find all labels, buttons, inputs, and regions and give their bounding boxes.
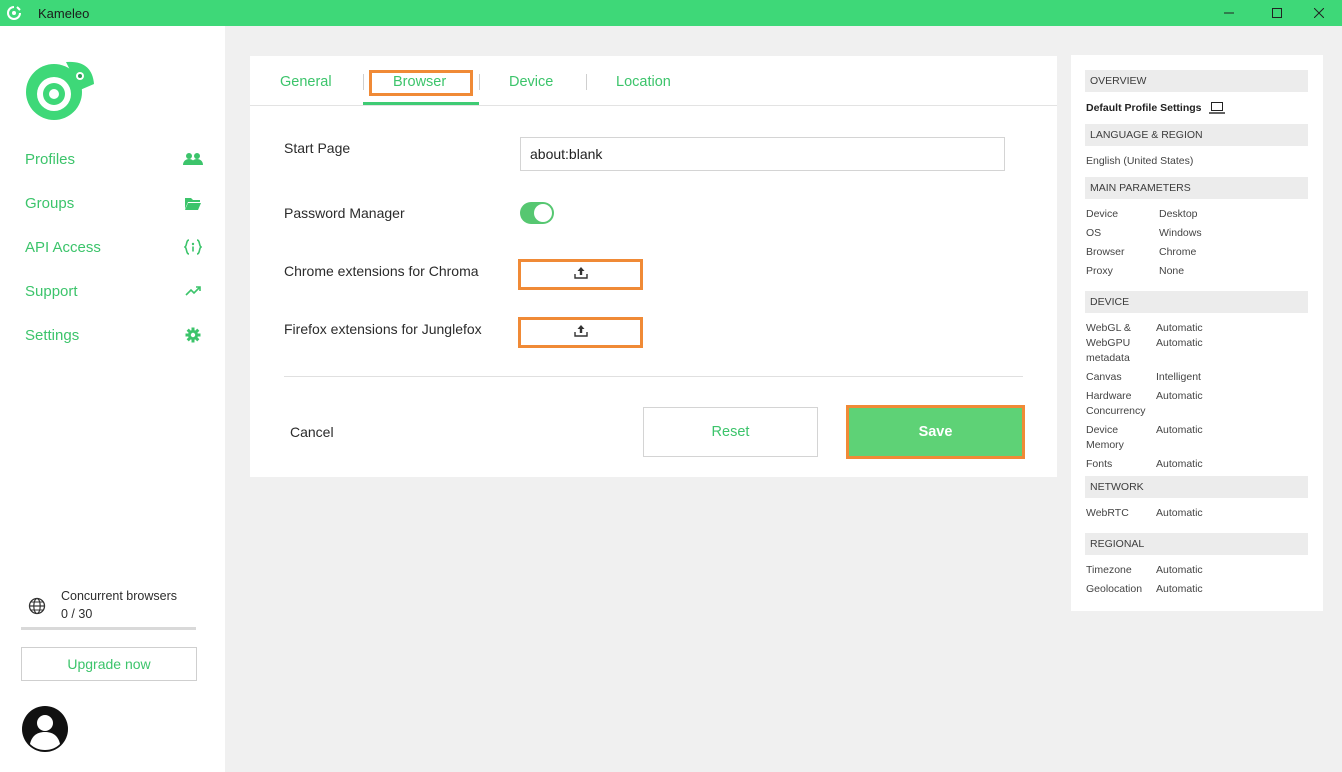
overview-header: OVERVIEW (1085, 70, 1308, 92)
param-key: metadata (1086, 352, 1130, 364)
param-key: Fonts (1086, 458, 1113, 470)
kameleo-logo-icon (6, 5, 22, 21)
tab-separator (479, 74, 480, 90)
param-value: Automatic (1156, 424, 1203, 436)
folder-open-icon (183, 194, 203, 212)
kameleo-logo (22, 56, 98, 122)
param-key: Timezone (1086, 564, 1132, 576)
main-parameters-header: MAIN PARAMETERS (1085, 177, 1308, 199)
globe-icon (28, 597, 46, 615)
sidebar-item-api-access[interactable]: API Access (25, 235, 203, 259)
param-key: WebRTC (1086, 507, 1129, 519)
sidebar-item-label: Profiles (25, 150, 76, 168)
tab-bar: General Browser Device Location (250, 56, 1057, 106)
password-manager-label: Password Manager (284, 205, 405, 221)
param-value: Automatic (1156, 322, 1203, 334)
param-value: None (1159, 265, 1185, 277)
reset-button[interactable]: Reset (643, 407, 818, 457)
param-value: Chrome (1159, 246, 1197, 258)
device-header: DEVICE (1085, 291, 1308, 313)
param-key: Device (1086, 208, 1119, 220)
param-key: Proxy (1086, 265, 1113, 277)
overview-panel: OVERVIEW Default Profile Settings LANGUA… (1071, 55, 1323, 611)
language-value: English (United States) (1086, 155, 1194, 167)
concurrent-browsers-progress (21, 627, 196, 630)
param-value: Automatic (1156, 458, 1203, 470)
sidebar-item-label: Settings (25, 326, 80, 344)
chrome-extensions-label: Chrome extensions for Chroma (284, 263, 479, 279)
profile-title: Default Profile Settings (1086, 102, 1202, 114)
sidebar-item-label: Support (25, 282, 78, 300)
param-value: Automatic (1156, 337, 1203, 349)
regional-header: REGIONAL (1085, 533, 1308, 555)
param-key: Geolocation (1086, 583, 1143, 595)
minimize-button[interactable] (1206, 0, 1252, 26)
tab-separator (586, 74, 587, 90)
users-icon (183, 150, 203, 168)
sidebar: Profiles Groups API Access Support Setti… (0, 26, 225, 772)
sidebar-item-profiles[interactable]: Profiles (25, 147, 203, 171)
param-key: Device (1086, 424, 1119, 436)
param-value: Desktop (1159, 208, 1198, 220)
param-key: Browser (1086, 246, 1125, 258)
sidebar-item-groups[interactable]: Groups (25, 191, 203, 215)
param-key: OS (1086, 227, 1102, 239)
sidebar-item-label: API Access (25, 238, 101, 256)
browser-tab-highlight (369, 70, 473, 96)
param-value: Intelligent (1156, 371, 1201, 383)
window-title: Kameleo (38, 5, 90, 21)
form-divider (284, 376, 1023, 377)
save-button[interactable]: Save (846, 405, 1025, 459)
concurrent-browsers-count: 0 / 30 (61, 607, 93, 621)
param-key: Memory (1086, 439, 1124, 451)
param-key: WebGL & (1086, 322, 1131, 334)
chrome-extensions-upload-button[interactable] (518, 259, 643, 290)
upgrade-now-button[interactable]: Upgrade now (21, 647, 197, 681)
start-page-label: Start Page (284, 140, 351, 156)
param-key: Concurrency (1086, 405, 1146, 417)
param-key: Canvas (1086, 371, 1122, 383)
avatar[interactable] (22, 706, 68, 752)
tab-device[interactable]: Device (509, 74, 553, 90)
tab-location[interactable]: Location (616, 74, 671, 90)
upload-icon (573, 324, 588, 342)
tab-general[interactable]: General (280, 74, 332, 90)
close-button[interactable] (1296, 0, 1342, 26)
profile-settings-card: General Browser Device Location Start Pa… (250, 56, 1057, 477)
param-value: Windows (1159, 227, 1202, 239)
active-tab-indicator (363, 102, 479, 105)
param-value: Automatic (1156, 583, 1203, 595)
password-manager-toggle[interactable] (520, 202, 554, 224)
param-key: WebGPU (1086, 337, 1131, 349)
firefox-extensions-upload-button[interactable] (518, 317, 643, 348)
gear-icon (183, 326, 203, 344)
toggle-knob (534, 204, 552, 222)
concurrent-browsers-title: Concurrent browsers (61, 589, 178, 603)
start-page-input[interactable] (520, 137, 1005, 171)
firefox-extensions-label: Firefox extensions for Junglefox (284, 321, 482, 337)
language-region-header: LANGUAGE & REGION (1085, 124, 1308, 146)
code-braces-icon (183, 238, 203, 256)
sidebar-item-label: Groups (25, 194, 75, 212)
trending-up-icon (183, 282, 203, 300)
cancel-button[interactable]: Cancel (290, 424, 334, 440)
param-key: Hardware (1086, 390, 1132, 402)
network-header: NETWORK (1085, 476, 1308, 498)
param-value: Automatic (1156, 564, 1203, 576)
sidebar-item-support[interactable]: Support (25, 279, 203, 303)
upload-icon (573, 266, 588, 284)
param-value: Automatic (1156, 390, 1203, 402)
param-value: Automatic (1156, 507, 1203, 519)
laptop-icon (1209, 101, 1225, 119)
title-bar: Kameleo (0, 0, 1342, 26)
maximize-button[interactable] (1254, 0, 1300, 26)
tab-separator (363, 74, 364, 90)
sidebar-item-settings[interactable]: Settings (25, 323, 203, 347)
